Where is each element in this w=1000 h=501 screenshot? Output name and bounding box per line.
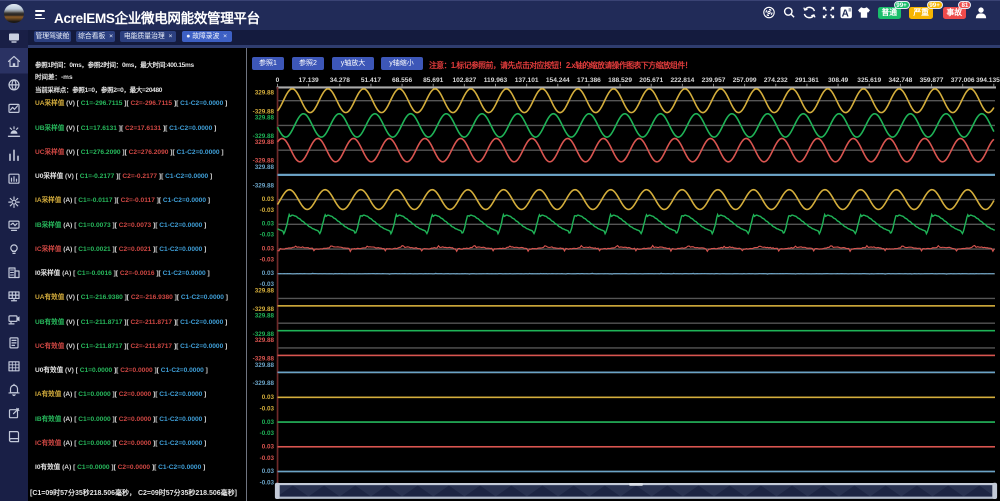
svg-text:0.03: 0.03: [262, 419, 275, 426]
svg-text:239.957: 239.957: [702, 77, 726, 84]
svg-text:257.099: 257.099: [733, 77, 757, 84]
svg-text:377.006: 377.006: [951, 77, 975, 84]
svg-text:68.556: 68.556: [392, 77, 413, 84]
svg-text:329.88: 329.88: [255, 114, 275, 121]
svg-text:329.88: 329.88: [255, 312, 275, 319]
svg-text:325.619: 325.619: [857, 77, 881, 84]
svg-text:154.244: 154.244: [546, 77, 570, 84]
svg-text:0.03: 0.03: [262, 443, 275, 450]
svg-text:119.963: 119.963: [484, 77, 508, 84]
svg-text:-0.03: -0.03: [260, 455, 275, 462]
svg-text:34.278: 34.278: [330, 77, 351, 84]
svg-text:102.827: 102.827: [452, 77, 476, 84]
svg-text:329.88: 329.88: [255, 337, 275, 344]
svg-text:-0.03: -0.03: [260, 430, 275, 437]
svg-text:342.748: 342.748: [888, 77, 912, 84]
svg-text:-0.03: -0.03: [260, 232, 275, 239]
svg-text:222.814: 222.814: [670, 77, 694, 84]
svg-text:291.361: 291.361: [795, 77, 819, 84]
svg-text:0.03: 0.03: [262, 221, 275, 228]
svg-text:274.232: 274.232: [764, 77, 788, 84]
svg-text:329.88: 329.88: [255, 362, 275, 369]
svg-text:308.49: 308.49: [828, 77, 849, 84]
svg-text:188.529: 188.529: [608, 77, 632, 84]
svg-text:394.135: 394.135: [976, 77, 1000, 84]
svg-text:17.139: 17.139: [299, 77, 320, 84]
svg-text:A: A: [842, 9, 849, 20]
svg-text:0.03: 0.03: [262, 245, 275, 252]
svg-text:0.03: 0.03: [262, 196, 275, 203]
svg-text:0.03: 0.03: [262, 270, 275, 277]
svg-text:329.88: 329.88: [255, 288, 275, 295]
svg-text:329.88: 329.88: [255, 164, 275, 171]
svg-text:-0.03: -0.03: [260, 405, 275, 412]
svg-text:-0.03: -0.03: [260, 207, 275, 214]
svg-text:205.671: 205.671: [639, 77, 663, 84]
svg-text:359.877: 359.877: [920, 77, 944, 84]
svg-text:-329.88: -329.88: [253, 182, 275, 189]
svg-text:-329.88: -329.88: [253, 380, 275, 387]
svg-text:329.88: 329.88: [255, 90, 275, 97]
svg-text:0: 0: [276, 77, 280, 84]
svg-text:-0.03: -0.03: [260, 480, 275, 487]
svg-text:0.03: 0.03: [262, 394, 275, 401]
svg-text:0.03: 0.03: [262, 468, 275, 475]
svg-text:329.88: 329.88: [255, 139, 275, 146]
svg-text:171.386: 171.386: [577, 77, 601, 84]
svg-text:51.417: 51.417: [361, 77, 382, 84]
svg-text:-0.03: -0.03: [260, 256, 275, 263]
svg-text:137.101: 137.101: [515, 77, 539, 84]
svg-text:85.691: 85.691: [423, 77, 444, 84]
